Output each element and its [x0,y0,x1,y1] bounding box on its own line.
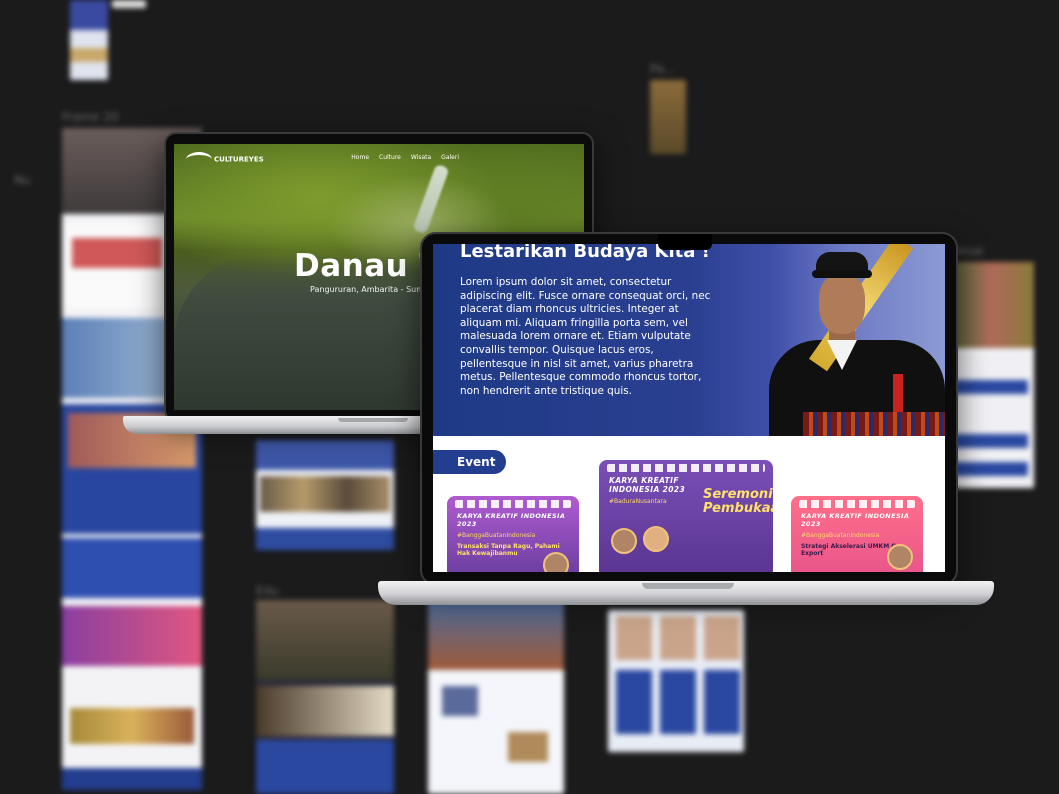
event-card-title: KARYA KREATIF INDONESIA 2023 [457,512,566,528]
mini-frame-top-2[interactable] [112,0,146,8]
nav-wisata[interactable]: Wisata [411,154,431,161]
sponsor-logos [607,464,765,472]
hero-banner: Lestarikan Budaya Kita ! Lorem ipsum dol… [433,244,945,436]
speaker-avatar [611,528,637,554]
waterfall-image [412,163,450,235]
nav-home[interactable]: Home [351,154,369,161]
site-logo[interactable]: CULTUREYES [186,152,264,167]
laptop-mockup-front: Lestarikan Budaya Kita ! Lorem ipsum dol… [378,232,998,618]
frame-label: Nu [14,173,31,187]
frame-wisata[interactable] [428,600,564,794]
event-card-hashtag: #BanggaBuatanIndonesia [457,532,536,539]
event-card-hashtag: #BanggaBuatanIndonesia [801,532,880,539]
event-section-label: Event [433,450,506,474]
speaker-avatar [643,526,669,552]
logo-swoosh-icon [186,152,212,167]
top-nav: Home Culture Wisata Galeri [351,154,459,161]
laptop-lid: Lestarikan Budaya Kita ! Lorem ipsum dol… [420,232,958,586]
hero-description: Lorem ipsum dolor sit amet, consectetur … [460,276,711,397]
logo-text: CULTUREYES [214,155,264,164]
speaker-avatar [887,544,913,570]
event-card-title: KARYA KREATIF INDONESIA 2023 [801,512,910,528]
speaker-avatar [543,552,569,572]
laptop-thumb-notch [642,583,734,589]
laptop-screen-budaya[interactable]: Lestarikan Budaya Kita ! Lorem ipsum dol… [433,244,945,572]
nav-culture[interactable]: Culture [379,154,401,161]
frame-edu[interactable] [256,600,394,794]
event-card-title: KARYA KREATIF INDONESIA 2023 [609,476,686,494]
frame-label: Edu [256,584,279,598]
sponsor-logos [455,500,571,508]
camera-notch [658,234,712,250]
event-card[interactable]: KARYA KREATIF INDONESIA 2023 #BanggaBuat… [791,496,923,572]
frame-culture[interactable] [256,440,394,550]
mini-frame-top[interactable] [70,0,108,80]
mini-frame-pa[interactable] [650,80,686,154]
event-card-featured[interactable]: KARYA KREATIF INDONESIA 2023 #BaduraNusa… [599,460,773,572]
event-card-highlight: Seremoni Pembukaan [703,487,773,516]
hero-person-photo [763,244,945,436]
sponsor-logos [799,500,915,508]
frame-galeri[interactable] [608,610,744,752]
nav-galeri[interactable]: Galeri [441,154,459,161]
frame-label: Pa... [650,62,676,76]
event-card[interactable]: KARYA KREATIF INDONESIA 2023 #BanggaBuat… [447,496,579,572]
frame-label: Frame 20 [62,110,119,124]
